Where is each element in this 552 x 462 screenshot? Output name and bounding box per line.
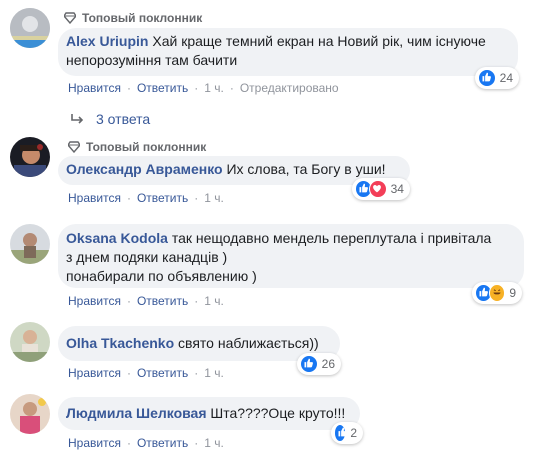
reactions-summary[interactable]: 34	[352, 178, 410, 200]
badge-label: Топовый поклонник	[86, 140, 207, 154]
reactions-summary[interactable]: 26	[297, 353, 341, 375]
comment-author[interactable]: Olha Tkachenko	[66, 335, 174, 351]
separator: ·	[126, 294, 131, 308]
comment-text: Их слова, та Богу в уши!	[226, 161, 386, 177]
separator: ·	[126, 191, 131, 205]
reply-link[interactable]: Ответить	[137, 436, 188, 450]
separator: ·	[126, 81, 131, 95]
comment-author[interactable]: Олександр Авраменко	[66, 161, 223, 177]
like-link[interactable]: Нравится	[68, 294, 121, 308]
comment-text-line: понабирали по объявлению )	[66, 268, 257, 284]
comment-bubble: Людмила Шелковая Шта????Оце круто!!!	[58, 397, 360, 430]
avatar[interactable]	[10, 394, 50, 434]
edited-label: Отредактировано	[239, 81, 339, 95]
like-icon	[300, 355, 318, 373]
avatar[interactable]	[10, 322, 50, 362]
reactions-summary[interactable]: 9	[472, 282, 522, 304]
comment-time[interactable]: 1 ч.	[204, 436, 224, 450]
avatar-image	[10, 394, 50, 434]
reply-link[interactable]: Ответить	[137, 294, 188, 308]
comment-author[interactable]: Oksana Kodola	[66, 230, 168, 246]
top-fan-badge: Топовый поклонник	[68, 140, 206, 154]
reply-link[interactable]: Ответить	[137, 81, 188, 95]
separator: ·	[194, 81, 199, 95]
avatar-image	[10, 137, 50, 177]
comment-author[interactable]: Людмила Шелковая	[66, 405, 207, 421]
diamond-icon	[64, 12, 76, 24]
comment-bubble: Alex Uriupin Хай краще темний екран на Н…	[58, 28, 518, 76]
reactions-count: 26	[321, 357, 335, 371]
comment-bubble: Oksana Kodola так нещодавно мендель пере…	[58, 224, 524, 288]
separator: ·	[126, 436, 131, 450]
comment-actions: Нравится · Ответить · 1 ч.	[68, 191, 224, 205]
comment-time[interactable]: 1 ч.	[204, 366, 224, 380]
reactions-count: 2	[350, 426, 357, 440]
separator: ·	[194, 294, 199, 308]
reactions-count: 9	[509, 286, 516, 300]
love-icon	[369, 180, 387, 198]
badge-label: Топовый поклонник	[82, 11, 203, 25]
separator: ·	[194, 191, 199, 205]
comment-author[interactable]: Alex Uriupin	[66, 33, 148, 49]
separator: ·	[229, 81, 234, 95]
reactions-summary[interactable]: 24	[475, 67, 519, 89]
separator: ·	[194, 366, 199, 380]
reactions-summary[interactable]: 2	[331, 422, 363, 444]
comment-time[interactable]: 1 ч.	[204, 294, 224, 308]
separator: ·	[126, 366, 131, 380]
comment-bubble: Olha Tkachenko свято наближається))	[58, 326, 340, 361]
comment-text-line: з днем подяки канадців )	[66, 249, 228, 265]
reply-link[interactable]: Ответить	[137, 366, 188, 380]
like-icon	[334, 424, 347, 442]
comment-actions: Нравится · Ответить · 1 ч.	[68, 294, 224, 308]
comment-text: Шта????Оце круто!!!	[210, 405, 346, 421]
comment-text: свято наближається))	[178, 335, 319, 351]
like-link[interactable]: Нравится	[68, 366, 121, 380]
avatar[interactable]	[10, 137, 50, 177]
diamond-icon	[68, 141, 80, 153]
view-replies-link[interactable]: 3 ответа	[70, 111, 150, 127]
like-link[interactable]: Нравится	[68, 81, 121, 95]
avatar[interactable]	[10, 8, 50, 48]
comment-time[interactable]: 1 ч.	[204, 191, 224, 205]
haha-icon	[488, 284, 506, 302]
separator: ·	[194, 436, 199, 450]
comment-actions: Нравится · Ответить · 1 ч.	[68, 366, 224, 380]
reply-arrow-icon	[71, 114, 84, 124]
reactions-count: 34	[390, 182, 404, 196]
like-link[interactable]: Нравится	[68, 191, 121, 205]
reply-link[interactable]: Ответить	[137, 191, 188, 205]
avatar-image	[10, 322, 50, 362]
like-link[interactable]: Нравится	[68, 436, 121, 450]
replies-count: 3 ответа	[96, 111, 151, 127]
comment-time[interactable]: 1 ч.	[204, 81, 224, 95]
comment-actions: Нравится · Ответить · 1 ч. · Отредактировано	[68, 81, 339, 95]
comment-text-line: так нещодавно мендель переплутала і прив…	[171, 230, 492, 246]
like-icon	[478, 69, 496, 87]
avatar-image	[10, 8, 50, 48]
comment-actions: Нравится · Ответить · 1 ч.	[68, 436, 224, 450]
reactions-count: 24	[499, 71, 513, 85]
top-fan-badge: Топовый поклонник	[64, 11, 202, 25]
avatar-image	[10, 224, 50, 264]
avatar[interactable]	[10, 224, 50, 264]
